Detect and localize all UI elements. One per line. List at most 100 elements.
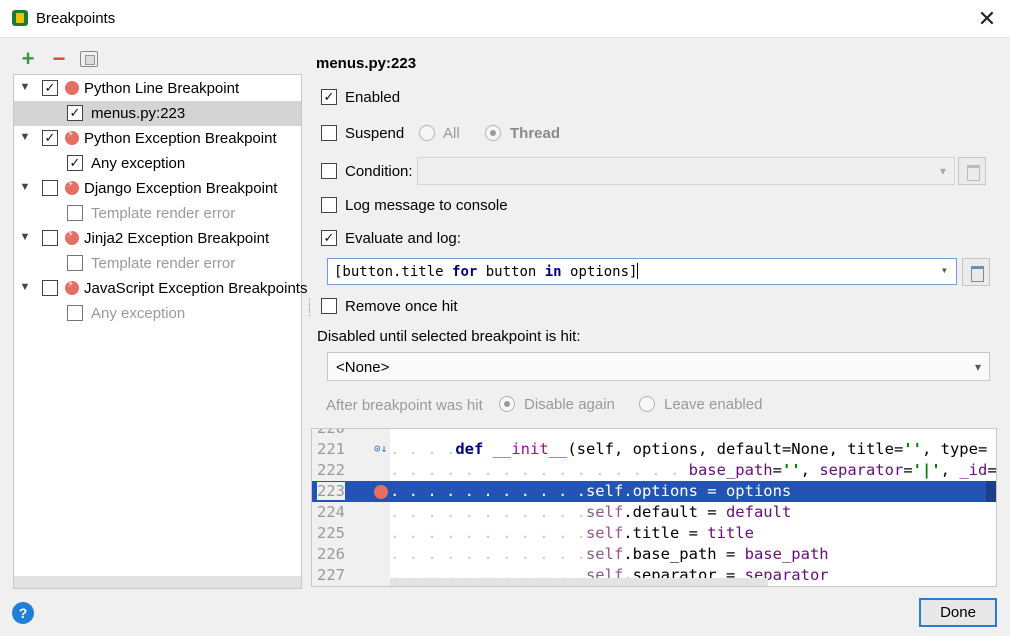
condition-expand-button[interactable] — [958, 157, 986, 185]
tree-item-label: JavaScript Exception Breakpoints — [84, 280, 308, 297]
checkbox[interactable]: ✓ — [42, 130, 58, 146]
code-line: 224 . . . . . . . . . . .self.default = … — [317, 503, 792, 521]
tree-item-python-exception-breakpoint[interactable]: ▼ ✓ Python Exception Breakpoint — [14, 126, 301, 151]
log-message-checkbox[interactable] — [321, 197, 337, 213]
suspend-all-label: All — [443, 125, 460, 142]
code-line-current: 223 . . . . . . . . . . .self.options = … — [312, 481, 996, 502]
chevron-down-icon[interactable]: ▼ — [18, 280, 32, 294]
checkbox[interactable] — [67, 205, 83, 221]
tree-item-template-render-error-jinja2[interactable]: Template render error — [14, 251, 301, 276]
tree-item-label: Python Exception Breakpoint — [84, 130, 277, 147]
checkbox[interactable]: ✓ — [42, 80, 58, 96]
log-message-label: Log message to console — [345, 197, 508, 214]
disabled-until-combo[interactable]: <None> ▾ — [327, 352, 990, 381]
breakpoint-icon — [65, 81, 79, 95]
tree-item-label: Any exception — [91, 155, 186, 172]
chevron-down-icon[interactable]: ▼ — [18, 130, 32, 144]
line-number: 224 — [317, 503, 345, 521]
suspend-thread-label: Thread — [510, 125, 561, 142]
horizontal-scrollbar[interactable] — [14, 576, 301, 588]
tree-item-label: Django Exception Breakpoint — [84, 180, 278, 197]
chevron-down-icon[interactable]: ▾ — [941, 263, 948, 277]
title-bar: Breakpoints ✕ — [0, 0, 1010, 38]
line-number: 223 — [317, 482, 345, 500]
leave-enabled-label: Leave enabled — [664, 396, 763, 413]
code-line: 221 ⊙↓ . . . .def __init__(self, options… — [317, 440, 988, 458]
expr-part: [button.title — [334, 264, 453, 280]
remove-breakpoint-button[interactable]: − — [48, 48, 70, 70]
condition-label: Condition: — [345, 163, 413, 180]
suspend-thread-radio[interactable] — [485, 125, 501, 141]
exception-breakpoint-icon — [65, 229, 79, 245]
disable-again-label: Disable again — [524, 396, 615, 413]
disabled-until-label: Disabled until selected breakpoint is hi… — [317, 328, 581, 345]
suspend-checkbox[interactable] — [321, 125, 337, 141]
close-icon[interactable]: ✕ — [974, 6, 1000, 32]
line-number: 226 — [317, 545, 345, 563]
chevron-down-icon: ▾ — [974, 359, 981, 374]
add-breakpoint-button[interactable]: + — [17, 48, 39, 70]
evaluate-expression-input[interactable]: [button.title for button in options] ▾ — [327, 258, 957, 285]
suspend-all-radio[interactable] — [419, 125, 435, 141]
tree-item-python-line-breakpoint[interactable]: ▼ ✓ Python Line Breakpoint — [14, 76, 301, 101]
evaluate-checkbox[interactable]: ✓ — [321, 230, 337, 246]
remove-once-hit-checkbox[interactable] — [321, 298, 337, 314]
checkbox[interactable]: ✓ — [67, 105, 83, 121]
tree-item-label: Python Line Breakpoint — [84, 80, 240, 97]
suspend-label: Suspend — [345, 125, 405, 142]
tree-item-label: Template render error — [91, 205, 236, 222]
line-number: 221 — [317, 440, 345, 458]
expr-keyword: in — [544, 264, 562, 280]
evaluate-expand-button[interactable] — [962, 258, 990, 286]
tree-item-any-exception[interactable]: ✓ Any exception — [14, 151, 301, 176]
breakpoint-marker-icon[interactable] — [374, 485, 388, 499]
checkbox[interactable] — [67, 255, 83, 271]
tree-item-label: Template render error — [91, 255, 236, 272]
after-hit-label: After breakpoint was hit — [326, 397, 483, 414]
override-method-icon[interactable]: ⊙↓ — [374, 442, 387, 455]
tree-item-menus-py-223[interactable]: ✓ menus.py:223 — [14, 101, 301, 126]
exception-breakpoint-icon — [65, 129, 79, 145]
disabled-until-value: <None> — [336, 359, 390, 376]
code-line: 225 . . . . . . . . . . .self.title = ti… — [317, 524, 754, 542]
leave-enabled-radio[interactable] — [639, 396, 655, 412]
tree-item-label: Any exception — [91, 305, 186, 322]
tree-item-jinja2-exception-breakpoint[interactable]: ▼ Jinja2 Exception Breakpoint — [14, 226, 301, 251]
breakpoint-title: menus.py:223 — [316, 55, 417, 72]
tree-item-template-render-error[interactable]: Template render error — [14, 201, 301, 226]
line-number: 220 — [317, 428, 345, 437]
condition-combo[interactable]: ▾ — [417, 157, 955, 185]
enabled-checkbox[interactable]: ✓ — [321, 89, 337, 105]
text-caret — [637, 263, 639, 279]
exception-breakpoint-icon — [65, 179, 79, 195]
checkbox[interactable] — [67, 305, 83, 321]
tree-item-django-exception-breakpoint[interactable]: ▼ Django Exception Breakpoint — [14, 176, 301, 201]
disable-again-radio[interactable] — [499, 396, 515, 412]
tree-item-any-exception-js[interactable]: Any exception — [14, 301, 301, 326]
done-button[interactable]: Done — [919, 598, 997, 627]
exec-line-end — [986, 481, 996, 502]
pycharm-app-icon — [12, 10, 28, 26]
code-line: 222 . . . . . . . . . . . . . . . . base… — [317, 461, 997, 479]
line-number: 222 — [317, 461, 345, 479]
enabled-label: Enabled — [345, 89, 401, 106]
tree-item-label: menus.py:223 — [91, 105, 186, 122]
chevron-down-icon[interactable]: ▼ — [18, 230, 32, 244]
expr-part: options] — [561, 264, 638, 280]
checkbox[interactable] — [42, 280, 58, 296]
checkbox[interactable] — [42, 180, 58, 196]
splitter-handle[interactable]: ⋮ ⋮ ⋮ — [305, 298, 314, 330]
horizontal-scrollbar[interactable] — [390, 578, 768, 586]
breakpoint-tree: ▼ ✓ Python Line Breakpoint ✓ menus.py:22… — [13, 74, 308, 589]
condition-checkbox[interactable] — [321, 163, 337, 179]
remove-once-hit-label: Remove once hit — [345, 298, 458, 315]
help-icon[interactable]: ? — [12, 602, 34, 624]
group-by-file-button[interactable] — [80, 51, 98, 67]
checkbox[interactable]: ✓ — [67, 155, 83, 171]
chevron-down-icon[interactable]: ▼ — [18, 180, 32, 194]
chevron-down-icon[interactable]: ▼ — [18, 80, 32, 94]
code-editor-preview[interactable]: 220 221 ⊙↓ . . . .def __init__(self, opt… — [311, 428, 997, 587]
tree-item-javascript-exception-breakpoints[interactable]: ▼ JavaScript Exception Breakpoints — [14, 276, 308, 301]
checkbox[interactable] — [42, 230, 58, 246]
chevron-down-icon: ▾ — [939, 164, 946, 178]
